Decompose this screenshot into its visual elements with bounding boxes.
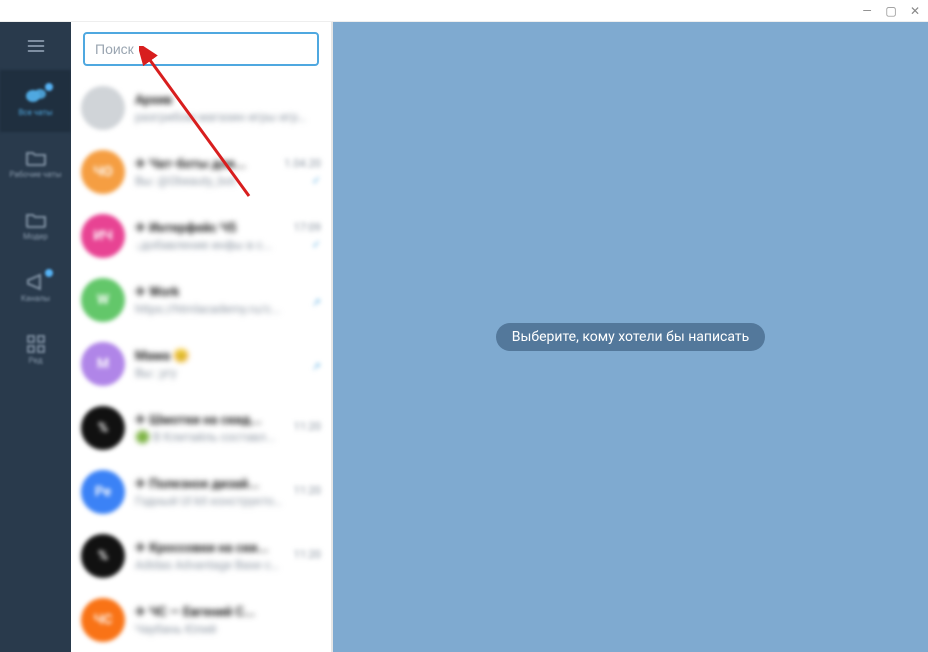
avatar: Ре — [81, 470, 125, 514]
avatar: % — [81, 406, 125, 450]
chat-time: 11:20 — [294, 420, 321, 433]
chat-subtitle: Вы: ;угу — [135, 366, 302, 380]
rail-item-label: Все чаты — [15, 109, 55, 118]
chat-time: 11:20 — [294, 484, 321, 497]
empty-state-text: Выберите, кому хотели бы написать — [496, 323, 765, 351]
chat-row[interactable]: % ✈ Кроссовки на ски... Adidas Advantage B… — [71, 524, 331, 588]
rail-folder-item[interactable]: Все чаты — [0, 70, 71, 132]
rail-item-label: Рабочие чаты — [6, 171, 64, 180]
chat-meta: 17:09 ✓ — [294, 221, 321, 251]
window-close-button[interactable]: ✕ — [908, 4, 922, 18]
window-maximize-button[interactable]: ▢ — [884, 4, 898, 18]
chat-title: ✈ ЧС — Евгений С... — [135, 605, 255, 620]
chat-meta: 1.04.20 ✓ — [284, 157, 321, 187]
chat-title: Мама 😊 — [135, 349, 190, 364]
chat-row[interactable]: W ✈ Work https://htmlacademy.ru/c... ↗ — [71, 268, 331, 332]
folder-icon — [23, 209, 49, 231]
menu-button[interactable] — [0, 22, 71, 70]
chat-subtitle: Вы: @Obeauty_bot — [135, 174, 274, 188]
avatar: W — [81, 278, 125, 322]
folder-icon — [23, 147, 49, 169]
chat-title: ✈ Кроссовки на ски... — [135, 541, 269, 556]
search-input[interactable] — [83, 32, 319, 66]
chat-time: 11:20 — [294, 548, 321, 561]
chat-title: ✈ Шмотки на скид... — [135, 413, 262, 428]
chat-title: Архив — [135, 93, 172, 108]
avatar — [81, 86, 125, 130]
window-minimize-button[interactable]: — — [860, 4, 874, 18]
rail-item-label: Ред — [25, 357, 45, 366]
chat-subtitle: 🟢 В Клитайль составл... — [135, 430, 284, 444]
grid-icon — [23, 333, 49, 355]
chat-subtitle: разгрибом магазин игры игру... — [135, 110, 311, 124]
chat-meta: ↗ — [312, 356, 321, 373]
chat-status-mark: ↗ — [312, 296, 321, 309]
chat-row-body: ✈ ЧС — Евгений С... Чаубань Юлий — [135, 605, 311, 636]
avatar: ЧС — [81, 598, 125, 642]
rail-item-label: Модер — [20, 233, 51, 242]
chat-row[interactable]: ЧО ✈ Чат-боты для... Вы: @Obeauty_bot 1.04.… — [71, 140, 331, 204]
chat-subtitle: Adidas Advantage Base стар... — [135, 558, 284, 572]
chat-subtitle: Чаубань Юлий — [135, 622, 311, 636]
chat-row-body: ✈ Полезное дизай... Годный UI kit констру… — [135, 477, 284, 508]
chat-title: ✈ Полезное дизай... — [135, 477, 259, 492]
rail-item-label: Каналы — [18, 295, 53, 304]
avatar: ЧО — [81, 150, 125, 194]
chat-subtitle: Годный UI kit конструктор... — [135, 494, 284, 508]
avatar: ИЧ — [81, 214, 125, 258]
chat-status-mark: ↗ — [312, 360, 321, 373]
rail-folder-item[interactable]: Модер — [0, 194, 71, 256]
unread-badge — [45, 83, 53, 91]
chat-content-area: Выберите, кому хотели бы написать — [333, 22, 928, 652]
bullhorn-icon — [23, 271, 49, 293]
unread-badge — [45, 269, 53, 277]
hamburger-icon — [26, 36, 46, 56]
chat-row-body: ✈ Work https://htmlacademy.ru/c... — [135, 285, 302, 316]
avatar: % — [81, 534, 125, 578]
chat-title: ✈ Work — [135, 285, 179, 300]
chat-row[interactable]: М Мама 😊 Вы: ;угу ↗ — [71, 332, 331, 396]
chat-row-body: ✈ Интерфейс Ч5 ↓добавление инфы в с... — [135, 221, 284, 252]
chat-row-body: ✈ Чат-боты для... Вы: @Obeauty_bot — [135, 157, 274, 188]
chats-icon — [23, 85, 49, 107]
chat-meta: 11:20 — [294, 484, 321, 501]
chat-meta: ↗ — [312, 292, 321, 309]
chat-title: ✈ Чат-боты для... — [135, 157, 246, 172]
chat-status-mark: ✓ — [312, 174, 321, 187]
chat-status-mark: ✓ — [312, 238, 321, 251]
chat-meta: 11:20 — [294, 420, 321, 437]
avatar: М — [81, 342, 125, 386]
chat-time: 1.04.20 — [284, 157, 321, 170]
chat-row-body: Архив разгрибом магазин игры игру... — [135, 93, 311, 124]
chat-row[interactable]: % ✈ Шмотки на скид... 🟢 В Клитайль составл… — [71, 396, 331, 460]
folders-rail: Все чаты Рабочие чаты Модер Каналы Ред — [0, 22, 71, 652]
rail-folder-item[interactable]: Ред — [0, 318, 71, 380]
chat-time: 17:09 — [294, 221, 321, 234]
chat-row-body: ✈ Кроссовки на ски... Adidas Advantage Ba… — [135, 541, 284, 572]
chat-subtitle: https://htmlacademy.ru/c... — [135, 302, 302, 316]
rail-folder-item[interactable]: Каналы — [0, 256, 71, 318]
chat-list-panel: Архив разгрибом магазин игры игру... ЧО ✈ Ч… — [71, 22, 333, 652]
chat-subtitle: ↓добавление инфы в с... — [135, 238, 284, 252]
chat-meta: 11:20 — [294, 548, 321, 565]
chat-row[interactable]: Ре ✈ Полезное дизай... Годный UI kit конст… — [71, 460, 331, 524]
chat-row[interactable]: ИЧ ✈ Интерфейс Ч5 ↓добавление инфы в с... 1… — [71, 204, 331, 268]
rail-folder-item[interactable]: Рабочие чаты — [0, 132, 71, 194]
chat-row[interactable]: Архив разгрибом магазин игры игру... — [71, 76, 331, 140]
titlebar: — ▢ ✕ — [0, 0, 928, 22]
chat-title: ✈ Интерфейс Ч5 — [135, 221, 237, 236]
chat-row-body: ✈ Шмотки на скид... 🟢 В Клитайль составл.… — [135, 413, 284, 444]
chat-row[interactable]: ЧС ✈ ЧС — Евгений С... Чаубань Юлий — [71, 588, 331, 652]
chat-row-body: Мама 😊 Вы: ;угу — [135, 349, 302, 380]
